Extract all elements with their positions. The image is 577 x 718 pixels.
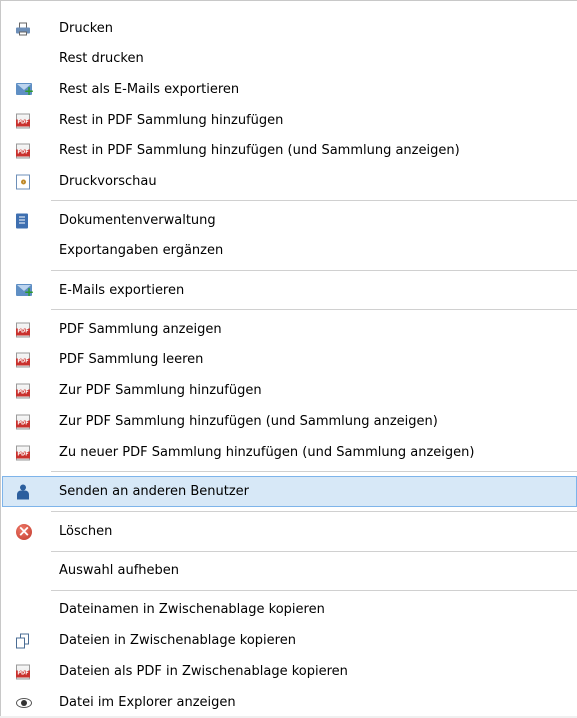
menu-item-send-to-user[interactable]: Senden an anderen Benutzer	[2, 476, 577, 507]
menu-item-loeschen[interactable]: Löschen	[2, 516, 577, 547]
print-preview-icon	[16, 174, 30, 189]
menu-item-copy-files-pdf[interactable]: Dateien als PDF in Zwischenablage kopier…	[2, 656, 577, 687]
menu-item-label: Zur PDF Sammlung hinzufügen	[59, 383, 262, 398]
menu-separator	[51, 551, 577, 552]
menu-item-pdf-add-show[interactable]: Zur PDF Sammlung hinzufügen (und Sammlun…	[2, 406, 577, 437]
menu-item-label: Dateinamen in Zwischenablage kopieren	[59, 602, 325, 617]
menu-item-label: Zur PDF Sammlung hinzufügen (und Sammlun…	[59, 414, 438, 429]
mail-export-icon	[16, 283, 34, 298]
menu-item-label: Druckvorschau	[59, 174, 157, 189]
menu-item-label: Dateien als PDF in Zwischenablage kopier…	[59, 664, 348, 679]
pdf-icon	[16, 414, 30, 429]
menu-separator	[51, 270, 577, 271]
context-menu: Drucken Rest drucken Rest als E-Mails ex…	[0, 0, 577, 716]
menu-item-pdf-clear[interactable]: PDF Sammlung leeren	[2, 344, 577, 375]
menu-item-copy-filenames[interactable]: Dateinamen in Zwischenablage kopieren	[2, 594, 577, 625]
copy-icon	[16, 633, 30, 648]
menu-item-label: Dokumentenverwaltung	[59, 213, 216, 228]
pdf-icon	[16, 445, 30, 460]
menu-item-pdf-new-add-show[interactable]: Zu neuer PDF Sammlung hinzufügen (und Sa…	[2, 437, 577, 468]
menu-item-label: E-Mails exportieren	[59, 283, 185, 298]
document-management-icon	[16, 213, 28, 228]
menu-item-label: Rest als E-Mails exportieren	[59, 82, 240, 97]
delete-icon	[16, 522, 32, 541]
menu-item-label: Löschen	[59, 524, 113, 539]
eye-icon	[16, 697, 32, 708]
menu-item-exportangaben[interactable]: Exportangaben ergänzen	[2, 235, 577, 266]
menu-item-rest-email-export[interactable]: Rest als E-Mails exportieren	[2, 74, 577, 105]
user-icon	[16, 484, 30, 499]
menu-item-rest-pdf-add-show[interactable]: Rest in PDF Sammlung hinzufügen (und Sam…	[2, 135, 577, 166]
pdf-icon	[16, 383, 30, 398]
menu-item-label: Rest drucken	[59, 51, 144, 66]
menu-separator	[51, 471, 577, 472]
menu-item-copy-files[interactable]: Dateien in Zwischenablage kopieren	[2, 625, 577, 656]
pdf-icon	[16, 322, 30, 337]
menu-item-label: Rest in PDF Sammlung hinzufügen	[59, 113, 284, 128]
menu-item-label: Datei im Explorer anzeigen	[59, 695, 236, 710]
menu-item-emails-exportieren[interactable]: E-Mails exportieren	[2, 275, 577, 306]
menu-item-dokumentenverwaltung[interactable]: Dokumentenverwaltung	[2, 205, 577, 236]
pdf-icon	[16, 113, 30, 128]
menu-item-pdf-show[interactable]: PDF Sammlung anzeigen	[2, 314, 577, 345]
menu-item-label: Drucken	[59, 21, 114, 36]
menu-item-druckvorschau[interactable]: Druckvorschau	[2, 166, 577, 197]
menu-separator	[51, 200, 577, 201]
pdf-icon	[16, 143, 30, 158]
menu-item-rest-pdf-add[interactable]: Rest in PDF Sammlung hinzufügen	[2, 105, 577, 136]
menu-separator	[51, 309, 577, 310]
menu-item-label: Zu neuer PDF Sammlung hinzufügen (und Sa…	[59, 445, 475, 460]
pdf-icon	[16, 352, 30, 367]
menu-separator	[51, 590, 577, 591]
menu-item-rest-drucken[interactable]: Rest drucken	[2, 43, 577, 74]
menu-item-auswahl-aufheben[interactable]: Auswahl aufheben	[2, 555, 577, 586]
menu-item-label: PDF Sammlung leeren	[59, 352, 204, 367]
menu-item-pdf-add[interactable]: Zur PDF Sammlung hinzufügen	[2, 375, 577, 406]
menu-item-label: Dateien in Zwischenablage kopieren	[59, 633, 296, 648]
menu-item-label: PDF Sammlung anzeigen	[59, 322, 222, 337]
pdf-icon	[16, 664, 30, 679]
printer-icon	[16, 22, 30, 35]
menu-item-label: Auswahl aufheben	[59, 563, 179, 578]
menu-item-label: Senden an anderen Benutzer	[59, 484, 249, 499]
menu-item-show-in-explorer[interactable]: Datei im Explorer anzeigen	[2, 687, 577, 718]
menu-item-drucken[interactable]: Drucken	[2, 13, 577, 44]
menu-item-label: Exportangaben ergänzen	[59, 243, 224, 258]
menu-separator	[51, 511, 577, 512]
menu-item-label: Rest in PDF Sammlung hinzufügen (und Sam…	[59, 143, 460, 158]
mail-export-icon	[16, 82, 34, 97]
